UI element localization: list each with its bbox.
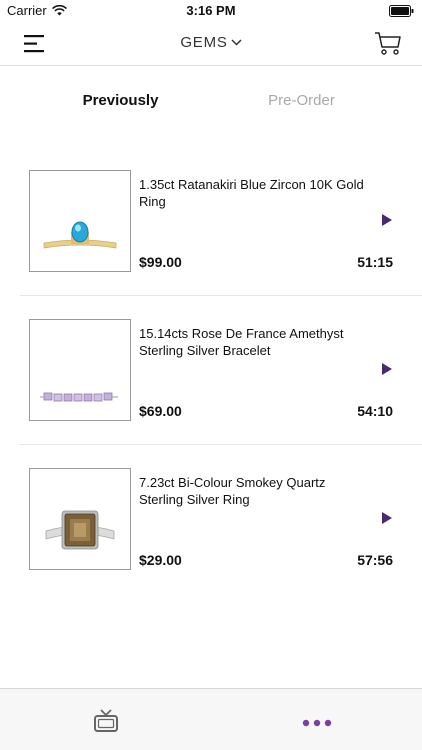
tab-previously[interactable]: Previously <box>15 92 226 109</box>
segment-tabs: Previously Pre-Order <box>0 84 422 120</box>
product-title: 1.35ct Ratanakiri Blue Zircon 10K Gold R… <box>139 177 364 209</box>
product-row[interactable]: 7.23ct Bi-Colour Smokey Quartz Sterling … <box>20 445 422 594</box>
shopping-cart-icon <box>375 32 401 55</box>
bracelet-image <box>40 392 118 402</box>
product-thumbnail <box>29 319 131 421</box>
ring-image <box>43 221 117 249</box>
product-row[interactable]: 1.35ct Ratanakiri Blue Zircon 10K Gold R… <box>20 147 422 296</box>
tab-pre-order[interactable]: Pre-Order <box>196 92 407 109</box>
tv-icon <box>94 709 118 732</box>
nav-bar: GEMS <box>0 22 422 66</box>
more-dots-icon <box>302 719 332 727</box>
play-icon[interactable] <box>382 214 392 226</box>
more-tab-button[interactable] <box>302 715 332 727</box>
play-icon[interactable] <box>382 363 392 375</box>
product-price: $69.00 <box>139 403 182 419</box>
product-timer: 51:15 <box>357 254 393 270</box>
product-price: $99.00 <box>139 254 182 270</box>
status-bar: Carrier 3:16 PM <box>0 0 422 22</box>
product-price: $29.00 <box>139 552 182 568</box>
cart-button[interactable] <box>374 30 402 56</box>
product-list: 1.35ct Ratanakiri Blue Zircon 10K Gold R… <box>0 147 422 594</box>
tv-tab-button[interactable] <box>93 708 119 734</box>
play-icon[interactable] <box>382 512 392 524</box>
ring-image <box>45 510 115 550</box>
product-title: 15.14cts Rose De France Amethyst Sterlin… <box>139 326 344 358</box>
battery-icon <box>389 5 414 17</box>
status-time: 3:16 PM <box>186 3 236 18</box>
nav-title: GEMS <box>180 34 228 51</box>
product-thumbnail <box>29 468 131 570</box>
product-timer: 54:10 <box>357 403 393 419</box>
bottom-tab-bar <box>0 688 422 750</box>
chevron-down-icon <box>231 39 242 46</box>
product-row[interactable]: 15.14cts Rose De France Amethyst Sterlin… <box>20 296 422 445</box>
product-title: 7.23ct Bi-Colour Smokey Quartz Sterling … <box>139 475 326 507</box>
category-selector[interactable]: GEMS <box>0 34 422 51</box>
product-thumbnail <box>29 170 131 272</box>
product-timer: 57:56 <box>357 552 393 568</box>
